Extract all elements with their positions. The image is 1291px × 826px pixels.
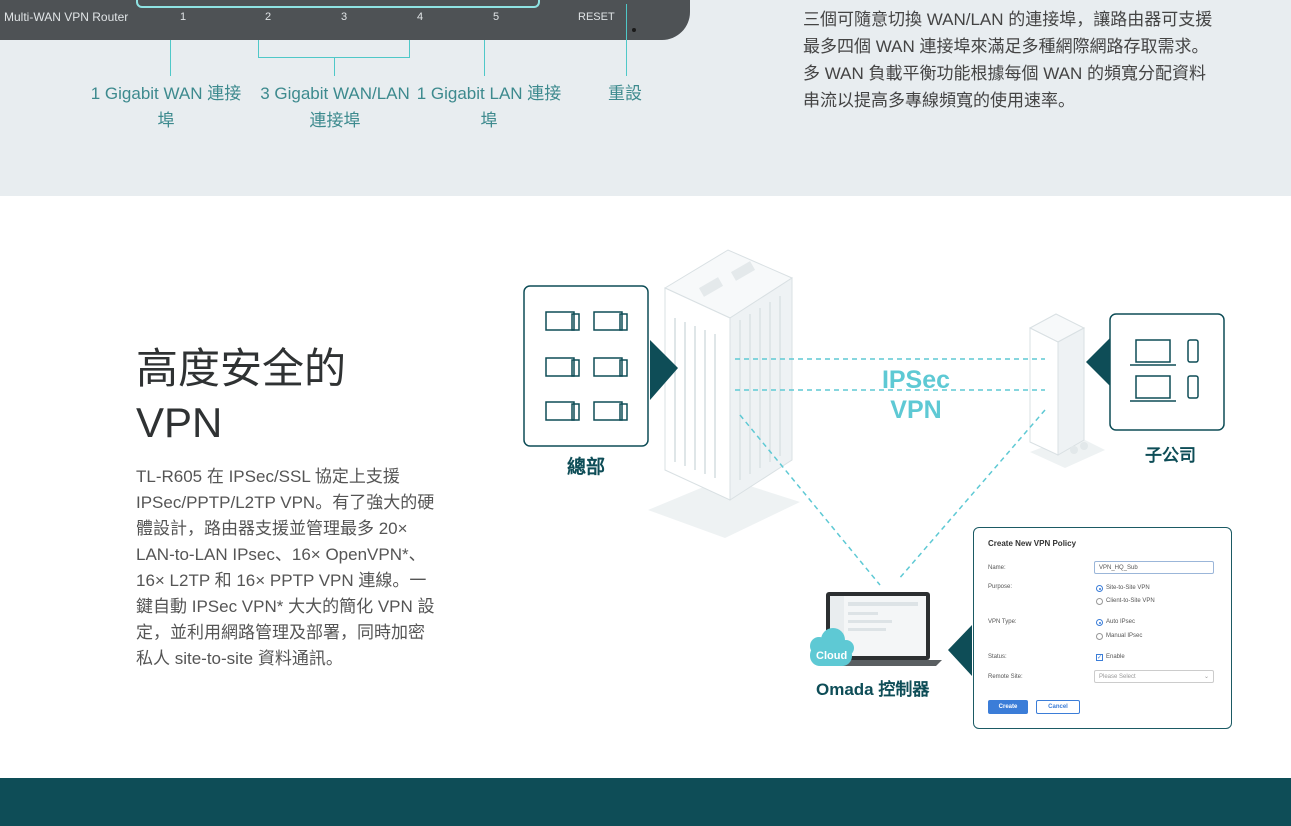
branch-label: 子公司 [1145,446,1196,465]
connector-line [484,40,485,76]
auto-ipsec-radio[interactable] [1096,619,1103,626]
ipsec-label-line2: VPN [890,396,942,424]
connector-line [334,57,335,76]
remote-site-select[interactable]: Please Select ⌄ [1094,670,1214,683]
remote-site-placeholder: Please Select [1099,674,1136,680]
vpn-description: TL-R605 在 IPSec/SSL 協定上支援 IPSec/PPTP/L2T… [136,467,435,668]
vpn-type-label: VPN Type: [988,619,1017,625]
status-label: Status: [988,654,1007,660]
port-number: 5 [493,11,500,23]
section-title-line1: 高度安全的 [136,345,347,392]
vpn-policy-form: Create New VPN Policy Name: VPN_HQ_Sub P… [973,527,1232,729]
section-title: 高度安全的 VPN [136,342,456,450]
hq-devices-panel [523,285,678,447]
hq-building-icon [648,249,800,538]
port-highlight [136,0,540,8]
auto-ipsec-option: Auto IPsec [1106,619,1136,625]
port-number: 2 [265,11,272,23]
manual-ipsec-radio[interactable] [1096,633,1103,640]
port-number: 4 [417,11,424,23]
branch-building-icon [1028,313,1105,468]
ipsec-label-line1: IPSec [881,366,951,394]
controller-label: Omada 控制器 [816,680,930,699]
site-to-site-option: Site-to-Site VPN [1106,585,1150,591]
create-button[interactable]: Create [988,700,1028,714]
name-label: Name: [988,565,1006,571]
remote-site-label: Remote Site: [988,674,1023,680]
reset-label: RESET [578,11,615,23]
router-model-label: Multi-WAN VPN Router [4,10,129,24]
client-to-site-option: Client-to-Site VPN [1106,598,1155,604]
port-number: 3 [341,11,348,23]
purpose-label: Purpose: [988,584,1013,590]
client-to-site-radio[interactable] [1096,598,1103,605]
manual-ipsec-option: Manual IPsec [1106,633,1143,639]
reset-caption: 重設 [608,84,642,103]
router-front-panel: Multi-WAN VPN Router 1 2 3 4 5 RESET [0,0,690,40]
enable-option: Enable [1106,654,1125,660]
form-title: Create New VPN Policy [988,539,1077,548]
cancel-button[interactable]: Cancel [1036,700,1080,714]
wan-port-caption: 1 Gigabit WAN 連接埠 [90,84,242,130]
lan-port-caption: 1 Gigabit LAN 連接埠 [416,84,562,130]
section-title-line2: VPN [136,399,223,446]
connector-line [258,40,259,58]
cloud-label: Cloud [816,650,848,662]
multi-wan-description: 三個可隨意切換 WAN/LAN 的連接埠，讓路由器可支援最多四個 WAN 連接埠… [803,10,1213,110]
name-field[interactable]: VPN_HQ_Sub [1094,561,1214,574]
connector-line [409,40,410,58]
connector-line [170,40,171,76]
hq-label: 總部 [567,457,606,478]
wan-lan-port-caption: 3 Gigabit WAN/LAN 連接埠 [260,84,410,130]
connector-line [626,4,627,76]
reset-hole [632,28,636,32]
enable-checkbox[interactable]: ✓ [1096,654,1103,661]
panel-pointer [948,625,972,676]
port-number: 1 [180,11,187,23]
chevron-down-icon: ⌄ [1203,674,1209,680]
site-to-site-radio[interactable] [1096,585,1103,592]
ipsec-label: IPSec VPN [876,365,956,425]
branch-devices-panel [1086,313,1225,431]
next-section-band [0,778,1291,826]
ports-section: Multi-WAN VPN Router 1 2 3 4 5 RESET 1 G… [0,0,1291,196]
